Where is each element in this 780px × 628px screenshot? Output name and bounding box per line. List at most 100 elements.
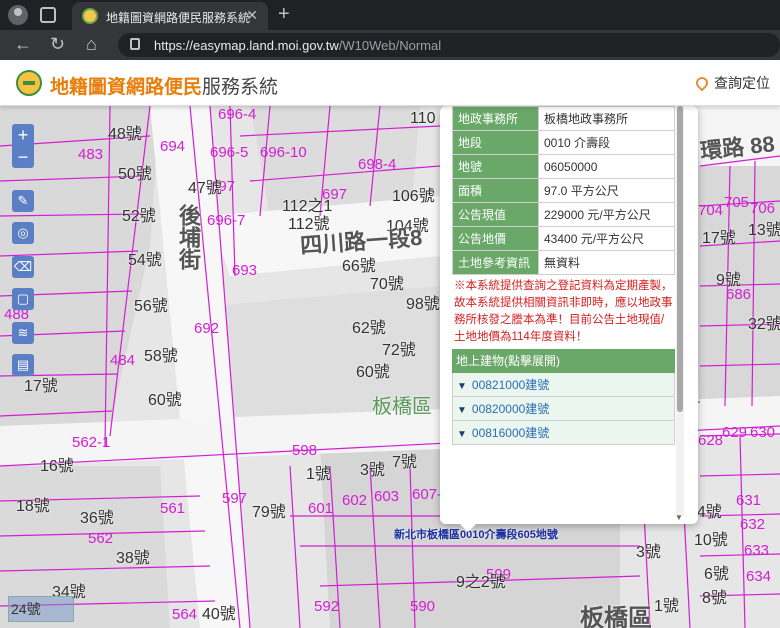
- address-number: 110: [410, 110, 436, 127]
- tab-actions-icon[interactable]: [40, 7, 56, 23]
- pin-icon: [693, 74, 711, 92]
- lot-number: 592: [314, 598, 340, 615]
- building-number: 00816000建號: [471, 426, 550, 440]
- data-notice: ※本系統提供查詢之登記資料為定期產製，故本系統提供相關資訊非即時，應以地政事務所…: [454, 280, 673, 343]
- site-header: 地籍圖資網路便民服務系統 查詢定位: [0, 60, 780, 106]
- lot-number: 598: [292, 442, 318, 459]
- lot-number: 696-10: [260, 144, 307, 161]
- new-tab-button[interactable]: +: [278, 3, 290, 26]
- home-icon[interactable]: ⌂: [86, 34, 97, 55]
- address-number: 17號: [702, 230, 736, 247]
- address-number: 18號: [16, 498, 50, 515]
- address-number: 1號: [654, 598, 679, 615]
- lot-number: 603: [374, 488, 400, 505]
- address-number: 36號: [80, 510, 114, 527]
- info-value: 0010 介壽段: [538, 130, 675, 155]
- site-title: 地籍圖資網路便民服務系統: [50, 76, 279, 98]
- lot-number: 632: [740, 516, 766, 533]
- lot-number: 698-4: [358, 156, 397, 173]
- address-number: 8號: [702, 590, 727, 607]
- zoom-control: + −: [12, 124, 34, 168]
- address-number: 10號: [694, 532, 728, 549]
- address-number: 79號: [252, 504, 286, 521]
- popup-tip: [460, 524, 476, 532]
- address-number: 3號: [360, 462, 385, 479]
- address-number: 106號: [392, 188, 435, 205]
- building-item[interactable]: ▼ 00821000建號: [452, 373, 675, 397]
- scrollbar-thumb[interactable]: [677, 106, 683, 412]
- browser-tab[interactable]: 地籍圖資網路便民服務系統 ✕: [72, 2, 268, 30]
- popup-content: 地政事務所 板橋地政事務所 地段 0010 介壽段 地號 06050000 面積 97.0 平…: [452, 106, 675, 445]
- lot-number: 590: [410, 598, 436, 615]
- lot-number: 633: [744, 542, 770, 559]
- info-value: 無資料: [538, 250, 675, 275]
- back-icon[interactable]: ←: [14, 34, 32, 55]
- folder-icon[interactable]: ▤: [12, 354, 34, 376]
- address-number: 60號: [356, 364, 390, 381]
- address-number: 32號: [748, 316, 780, 333]
- address-number: 72號: [382, 342, 416, 359]
- building-number: 00821000建號: [471, 378, 550, 392]
- lot-number: 696-4: [218, 106, 257, 123]
- zoom-out-button[interactable]: −: [12, 146, 34, 168]
- lot-number: 696-7: [207, 212, 246, 229]
- scroll-down-icon[interactable]: ▼: [675, 513, 683, 522]
- address-toolbar: ← ↻ ⌂ https://easymap.land.moi.gov.tw/W1…: [0, 30, 780, 60]
- scale-indicator: 24號: [8, 596, 74, 622]
- layers-icon[interactable]: ≋: [12, 322, 34, 344]
- lot-number: 483: [78, 146, 104, 163]
- lock-icon[interactable]: [130, 38, 140, 50]
- address-number: 50號: [118, 166, 152, 183]
- info-value: 97.0 平方公尺: [538, 178, 675, 203]
- address-number: 52號: [122, 208, 156, 225]
- reload-icon[interactable]: ↻: [50, 34, 65, 55]
- lot-number: 630: [750, 424, 776, 441]
- info-key: 地政事務所: [452, 106, 539, 131]
- address-number: 47號: [188, 180, 222, 197]
- building-item[interactable]: ▼ 00820000建號: [452, 397, 675, 421]
- address-number: 58號: [144, 348, 178, 365]
- lot-number: 561: [160, 500, 186, 517]
- info-key: 地號: [452, 154, 539, 179]
- building-item[interactable]: ▼ 00816000建號: [452, 421, 675, 445]
- close-tab-icon[interactable]: ✕: [246, 7, 258, 24]
- draw-icon[interactable]: ✎: [12, 190, 34, 212]
- info-row: 地政事務所 板橋地政事務所: [452, 106, 675, 131]
- info-value: 板橋地政事務所: [538, 106, 675, 131]
- lot-number: 631: [736, 492, 762, 509]
- locate-icon[interactable]: ◎: [12, 222, 34, 244]
- page: 地籍圖資網路便民服務系統 查詢定位 696-4 694 696-5 696-10…: [0, 60, 780, 628]
- buildings-list: ▼ 00821000建號 ▼ 00820000建號 ▼ 00816000建號: [452, 373, 675, 445]
- buildings-header[interactable]: 地上建物(點擊展開): [452, 349, 675, 373]
- lot-number: 562: [88, 530, 114, 547]
- frame-icon[interactable]: ▢: [12, 288, 34, 310]
- address-number: 40號: [202, 606, 236, 623]
- address-number: 3號: [636, 544, 661, 561]
- url-text[interactable]: https://easymap.land.moi.gov.tw/W10Web/N…: [154, 38, 441, 53]
- site-logo[interactable]: [16, 70, 42, 96]
- address-bar[interactable]: https://easymap.land.moi.gov.tw/W10Web/N…: [118, 33, 780, 57]
- info-value: 229000 元/平方公尺: [538, 202, 675, 227]
- street-name: 後埔街: [176, 204, 201, 270]
- address-number: 16號: [40, 458, 74, 475]
- zoom-in-button[interactable]: +: [12, 124, 34, 146]
- lot-number: 705: [724, 194, 750, 211]
- info-value: 06050000: [538, 154, 675, 179]
- parcel-info-popup: 地政事務所 板橋地政事務所 地段 0010 介壽段 地號 06050000 面積 97.0 平…: [440, 106, 698, 532]
- profile-avatar[interactable]: [8, 5, 28, 25]
- district-name: 板橋區: [580, 605, 652, 628]
- address-number: 9號: [716, 272, 741, 289]
- chevron-down-icon: ▼: [457, 381, 467, 392]
- popup-scrollbar[interactable]: ▼: [675, 106, 684, 522]
- locate-button[interactable]: 查詢定位: [693, 73, 770, 93]
- lot-number: 693: [232, 262, 258, 279]
- address-number: 1號: [306, 466, 331, 483]
- address-number: 98號: [406, 296, 440, 313]
- lot-number: 601: [308, 500, 334, 517]
- lot-number: 597: [222, 490, 248, 507]
- lot-number: 692: [194, 320, 220, 337]
- favicon-icon: [82, 8, 98, 24]
- eraser-icon[interactable]: ⌫: [12, 256, 34, 278]
- lot-number: 562-1: [72, 434, 111, 451]
- info-key: 面積: [452, 178, 539, 203]
